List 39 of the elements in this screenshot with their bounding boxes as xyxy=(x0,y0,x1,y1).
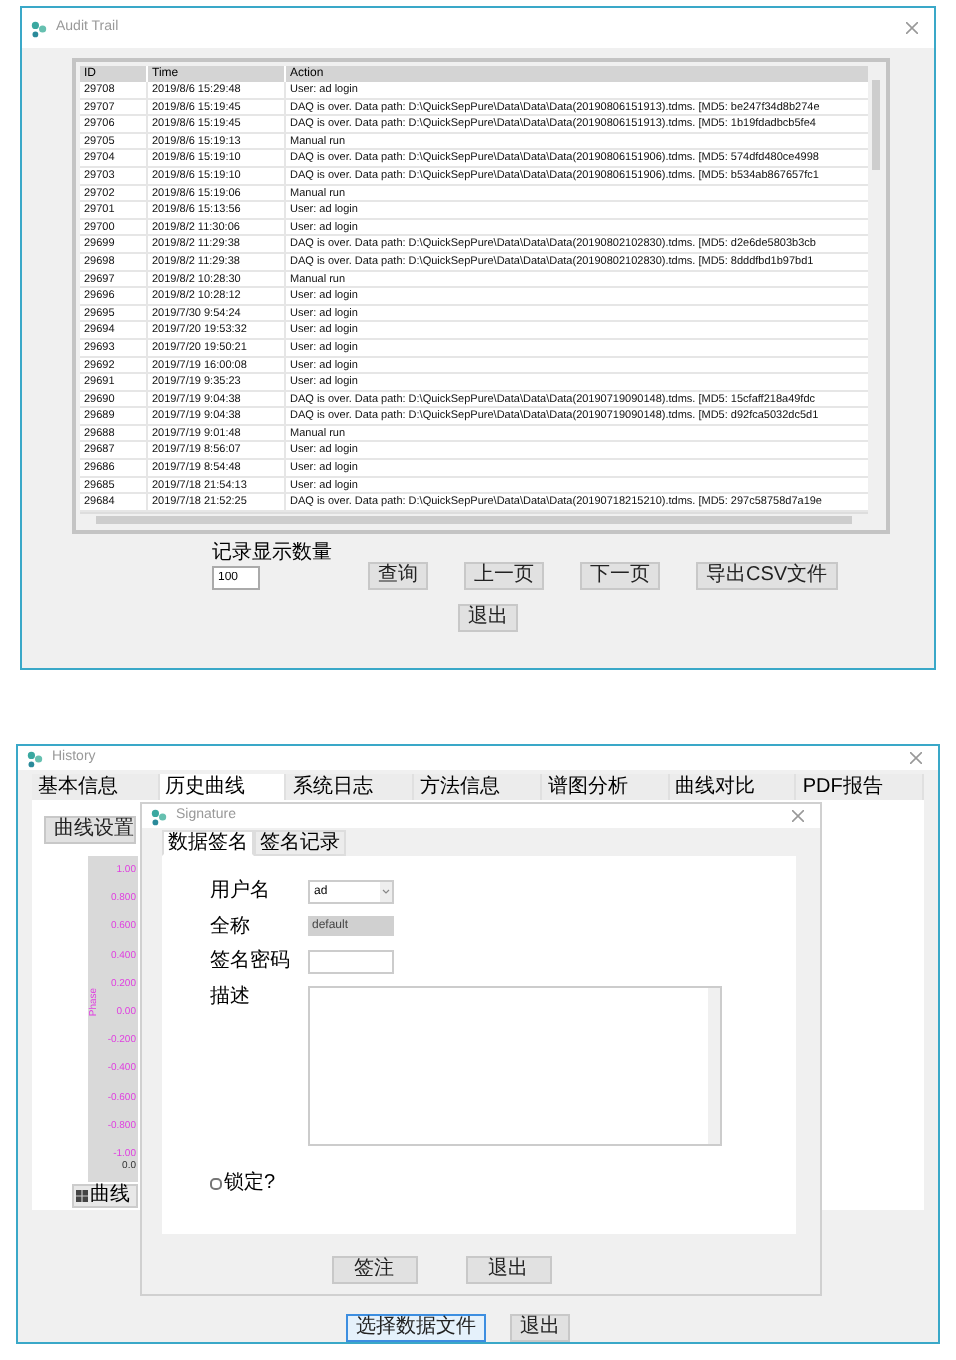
tab[interactable]: PDF报告 xyxy=(796,774,925,800)
close-icon[interactable] xyxy=(910,752,922,764)
tab[interactable]: 系统日志 xyxy=(286,774,415,800)
push-button[interactable]: 曲线设置 xyxy=(44,816,136,844)
description-field[interactable] xyxy=(308,986,722,1146)
tab[interactable]: 数据签名 xyxy=(162,830,254,856)
push-button[interactable]: 导出CSV文件 xyxy=(696,561,838,590)
lock-checkbox[interactable] xyxy=(210,1178,222,1190)
tab[interactable]: 方法信息 xyxy=(414,774,542,800)
tab[interactable]: 曲线对比 xyxy=(669,774,797,800)
field-label: 描述 xyxy=(210,986,252,1008)
field-label: 用户名 xyxy=(210,880,272,902)
tab[interactable]: 谱图分析 xyxy=(541,774,670,800)
tab[interactable]: 历史曲线 xyxy=(159,774,287,800)
field-label: 签名密码 xyxy=(210,950,292,972)
push-button[interactable]: 退出 xyxy=(458,603,518,632)
grid-icon xyxy=(76,1190,88,1202)
push-button[interactable]: 退出 xyxy=(465,1256,551,1284)
record-count-label: 记录显示数量 xyxy=(212,541,332,564)
password-field[interactable] xyxy=(308,950,394,974)
vertical-scrollbar[interactable] xyxy=(708,988,720,1144)
tab[interactable]: 签名记录 xyxy=(254,830,346,856)
app-logo-icon xyxy=(30,19,48,37)
vertical-scrollbar[interactable] xyxy=(868,66,882,526)
app-logo-icon xyxy=(150,807,168,825)
close-icon[interactable] xyxy=(906,22,918,34)
tab[interactable]: 基本信息 xyxy=(32,774,160,800)
push-button[interactable]: 选择数据文件 xyxy=(346,1314,486,1342)
close-icon[interactable] xyxy=(792,810,804,822)
field-label: 全称 xyxy=(210,916,252,938)
push-button[interactable]: 查询 xyxy=(368,561,428,590)
push-button[interactable]: 上一页 xyxy=(464,561,544,590)
app-logo-icon xyxy=(26,749,44,767)
push-button[interactable]: 下一页 xyxy=(580,561,660,590)
legend-button[interactable]: 曲线 xyxy=(72,1184,138,1208)
dropdown-caret-icon xyxy=(380,882,392,902)
push-button[interactable]: 签注 xyxy=(331,1256,417,1284)
checkbox-label: 锁定? xyxy=(224,1174,276,1194)
push-button[interactable]: 退出 xyxy=(510,1314,570,1342)
